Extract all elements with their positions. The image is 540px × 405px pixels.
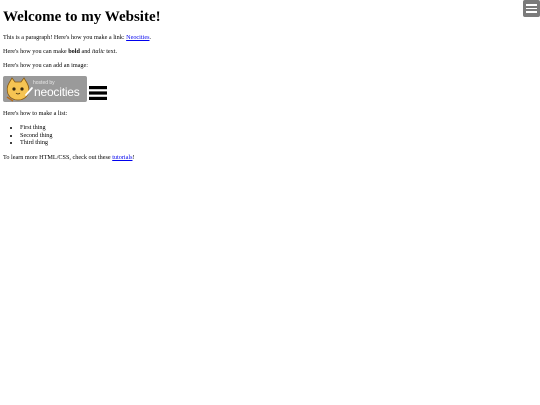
tutorials-link[interactable]: tutorials (112, 154, 132, 161)
hamburger-menu-bar (526, 11, 537, 13)
list-item: Second thing (20, 132, 52, 140)
paragraph-text: . (149, 34, 152, 41)
page-title: Welcome to my Website! (3, 9, 161, 25)
list-item: Third thing (20, 139, 52, 147)
paragraph-text: To learn more HTML/CSS, check out these (3, 154, 113, 161)
paragraph-tutorials: To learn more HTML/CSS, check out these … (3, 154, 135, 161)
paragraph-text: This is a paragraph! Here's how you make… (3, 34, 127, 41)
paragraph-formatting: Here's how you can make bold and italic … (3, 48, 117, 55)
badge-brand-text: neocities (34, 85, 80, 99)
hamburger-menu-bar (526, 7, 537, 10)
paragraph-link: This is a paragraph! Here's how you make… (3, 34, 151, 41)
paragraph-text: Here's how you can make (3, 48, 69, 55)
neocities-cat-icon (6, 77, 33, 102)
paragraph-image-intro: Here's how you can add an image: (3, 62, 88, 69)
paragraph-text: ! (132, 154, 135, 161)
paragraph-text: text. (104, 48, 118, 55)
italic-text: italic (91, 48, 105, 55)
paragraph-text: and (79, 48, 92, 55)
neocities-badge-image: hosted by neocities (3, 76, 87, 102)
paragraph-list-intro: Here's how to make a list: (3, 110, 68, 117)
hamburger-menu-icon (526, 4, 537, 6)
neocities-link[interactable]: Neocities (126, 34, 149, 41)
menu-toggle-button[interactable] (523, 0, 540, 17)
bullet-list: First thing Second thing Third thing (3, 124, 52, 147)
list-item: First thing (20, 124, 52, 132)
hamburger-menu-icon (89, 86, 107, 100)
bold-text: bold (68, 48, 80, 55)
